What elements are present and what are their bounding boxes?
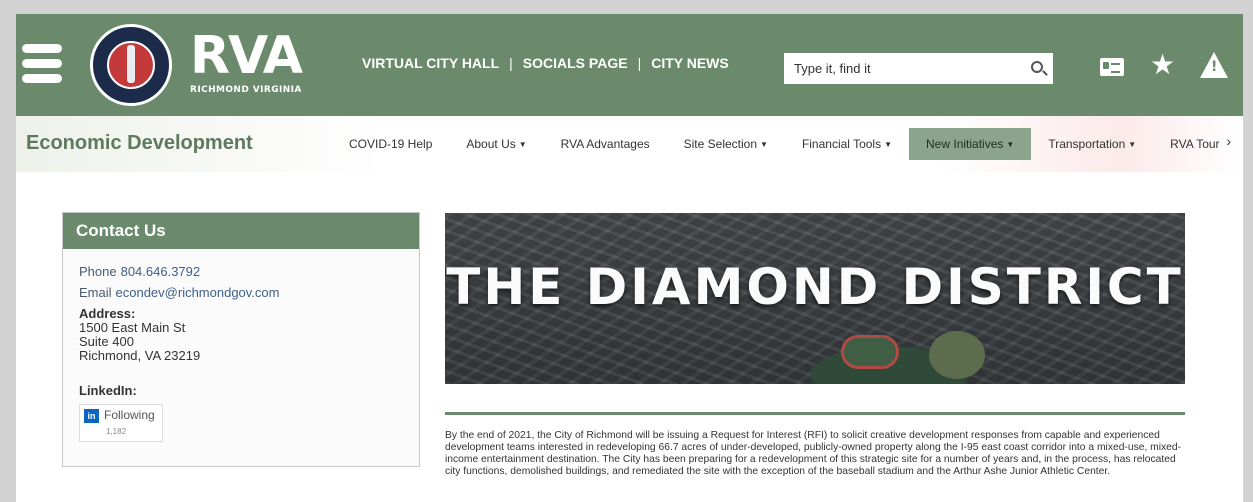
nav-item-financial-tools[interactable]: Financial Tools ▼ [785,128,909,160]
main-content: Contact Us Phone 804.646.3792 Email econde… [16,172,1243,502]
nav-label: Financial Tools [801,137,882,151]
email-link[interactable]: econdev@richmondgov.com [116,285,280,300]
menu-icon[interactable] [22,44,62,86]
address-line: Richmond, VA 23219 [79,348,201,363]
section-divider [445,412,1185,415]
logo-main: RVA [190,26,303,86]
search-input[interactable] [784,53,1024,84]
linkedin-label: LinkedIn: [79,383,137,398]
nav-item-rva-advantages[interactable]: RVA Advantages [544,128,667,160]
nav-item-about-us[interactable]: About Us ▼ [449,128,543,160]
hero-banner: THE DIAMOND DISTRICT [445,213,1185,384]
nav-item-transportation[interactable]: Transportation ▼ [1031,128,1153,160]
caret-down-icon: ▼ [1006,140,1015,149]
department-title[interactable]: Economic Development [26,132,253,155]
aerial-track [841,335,899,369]
nav-item-covid-19-help[interactable]: COVID-19 Help [332,128,449,160]
link-virtual-city-hall[interactable]: VIRTUAL CITY HALL [362,55,499,71]
nav-label: About Us [466,137,516,151]
link-separator: | [509,55,513,71]
alert-icon[interactable] [1200,52,1228,78]
phone-link[interactable]: 804.646.3792 [121,264,201,279]
hero-title: THE DIAMOND DISTRICT [446,258,1184,316]
nav-item-new-initiatives[interactable]: New Initiatives ▼ [909,128,1032,160]
nav-label: COVID-19 Help [349,137,433,151]
nav-label: RVA Tour [1170,137,1220,151]
caret-down-icon: ▼ [760,140,768,149]
nav-items: COVID-19 Help About Us ▼ RVA Advantages S… [332,116,1237,172]
link-city-news[interactable]: CITY NEWS [651,55,729,71]
nav-label: RVA Advantages [560,137,650,151]
department-nav: Economic Development COVID-19 Help About… [16,116,1243,172]
address-label: Address: [79,306,136,321]
linkedin-icon: in [84,409,99,423]
link-socials-page[interactable]: SOCIALS PAGE [523,55,628,71]
search-box [784,53,1053,84]
intro-paragraph: By the end of 2021, the City of Richmond… [445,430,1182,477]
nav-item-site-selection[interactable]: Site Selection ▼ [667,128,785,160]
city-seal-icon[interactable] [90,24,172,106]
star-icon[interactable]: ★ [1150,50,1178,80]
nav-label: Transportation [1048,137,1126,151]
chevron-right-icon[interactable]: › [1226,133,1231,149]
search-icon[interactable] [1031,61,1043,73]
nav-item-rva-tour[interactable]: RVA Tour [1153,128,1236,160]
contact-panel: Contact Us Phone 804.646.3792 Email econde… [62,212,420,467]
link-separator: | [637,55,642,71]
contact-title: Contact Us [63,213,419,249]
top-links: VIRTUAL CITY HALL | SOCIALS PAGE | CITY NEWS [362,55,729,71]
rva-logo[interactable]: RVA RICHMOND VIRGINIA [190,26,303,95]
nav-label: Site Selection [683,137,758,151]
linkedin-follow-label: Following [104,408,155,422]
phone-label: Phone [79,264,117,279]
address-line: Suite 400 [79,334,134,349]
caret-down-icon: ▼ [1128,140,1137,149]
email-label: Email [79,285,112,300]
contact-card-icon[interactable] [1100,58,1124,76]
caret-down-icon: ▼ [518,140,527,149]
logo-sub: RICHMOND VIRGINIA [190,85,302,95]
address-line: 1500 East Main St [79,320,186,335]
nav-label: New Initiatives [926,137,1004,151]
site-header: RVA RICHMOND VIRGINIA VIRTUAL CITY HALL |… [16,14,1243,116]
caret-down-icon: ▼ [884,140,893,149]
linkedin-follow-button[interactable]: in Following 1,182 [79,404,163,442]
aerial-stadium [929,331,985,379]
linkedin-follower-count: 1,182 [106,427,127,436]
